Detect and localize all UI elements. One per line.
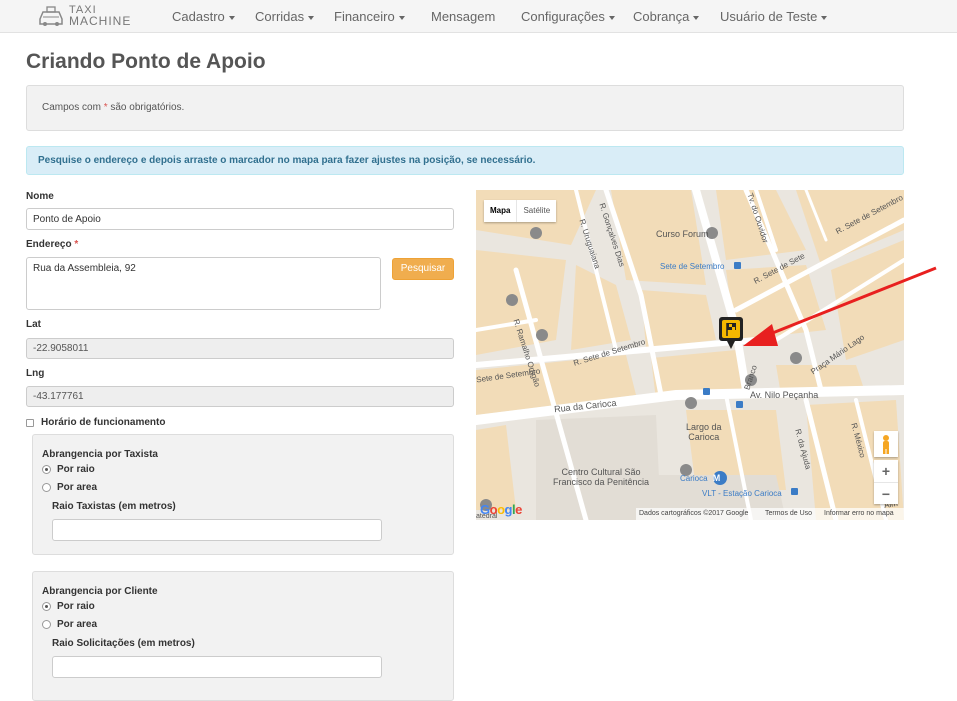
nome-input[interactable] — [26, 208, 454, 230]
map-label-carioca: Carioca — [680, 474, 708, 483]
cliente-area-label: Por area — [57, 619, 98, 630]
endereco-textarea[interactable]: Rua da Assembleia, 92 — [26, 257, 381, 310]
map-label-curso-forum: Curso Forum — [656, 229, 709, 239]
taxista-raio-label: Por raio — [57, 464, 95, 475]
map-data-credit: Dados cartográficos ©2017 Google — [639, 510, 749, 517]
taxista-title: Abrangencia por Taxista — [42, 449, 158, 460]
taxi-marker-icon[interactable] — [718, 316, 744, 350]
map-type-mapa[interactable]: Mapa — [484, 200, 516, 222]
taxi-car-icon — [39, 6, 63, 26]
endereco-label: Endereço * — [26, 239, 79, 250]
google-logo: Google — [480, 502, 522, 517]
nav-usuario[interactable]: Usuário de Teste — [720, 0, 828, 33]
zoom-control: + − — [874, 460, 898, 504]
info-alert: Pesquise o endereço e depois arraste o m… — [26, 146, 904, 175]
map-terms-link[interactable]: Termos de Uso — [765, 508, 812, 520]
map-type-control: Mapa Satélite — [484, 200, 557, 222]
map-report-link[interactable]: Informar erro no mapa — [824, 508, 894, 520]
taxi-machine-logo[interactable]: TAXI MACHINE — [38, 3, 130, 30]
nav-financeiro[interactable]: Financeiro — [334, 0, 405, 33]
logo-line2: MACHINE — [69, 14, 132, 28]
cliente-title: Abrangencia por Cliente — [42, 586, 158, 597]
nav-mensagem[interactable]: Mensagem — [431, 0, 495, 33]
zoom-out-button[interactable]: − — [874, 482, 898, 504]
chevron-down-icon — [228, 15, 235, 20]
map-label-centro-cultural: Centro Cultural São Francisco da Penitênc… — [553, 467, 650, 487]
cliente-panel: Abrangencia por Cliente Por raio Por are… — [32, 571, 454, 701]
raio-solicitacoes-input[interactable] — [52, 656, 382, 678]
chevron-down-icon — [693, 15, 700, 20]
raio-solicitacoes-label: Raio Solicitações (em metros) — [52, 638, 195, 649]
street-view-pegman-icon[interactable] — [874, 431, 898, 457]
chevron-down-icon — [398, 15, 405, 20]
search-button[interactable]: Pesquisar — [392, 258, 454, 280]
map-label-sete-setembro-station: Sete de Setembro — [660, 262, 725, 271]
raio-taxistas-input[interactable] — [52, 519, 382, 541]
required-fields-note: Campos com * são obrigatórios. — [26, 85, 904, 131]
chevron-down-icon — [608, 15, 615, 20]
nome-label: Nome — [26, 191, 54, 202]
lng-label: Lng — [26, 368, 45, 379]
taxista-area-label: Por area — [57, 482, 98, 493]
map-label-av-nilo: Av. Nilo Peçanha — [750, 390, 819, 400]
google-map[interactable]: M Mapa Satélite Curso Forum Sete de Sete… — [476, 190, 904, 520]
cliente-area-radio[interactable] — [42, 620, 51, 629]
lng-input[interactable] — [26, 386, 454, 407]
taxista-area-radio[interactable] — [42, 483, 51, 492]
taxista-panel: Abrangencia por Taxista Por raio Por are… — [32, 434, 454, 555]
map-label-vlt: VLT - Estação Carioca — [702, 489, 782, 498]
lat-input[interactable] — [26, 338, 454, 359]
nav-cobranca[interactable]: Cobrança — [633, 0, 700, 33]
cliente-raio-label: Por raio — [57, 601, 95, 612]
taxista-raio-radio[interactable] — [42, 465, 51, 474]
cliente-raio-radio[interactable] — [42, 602, 51, 611]
top-navbar: TAXI MACHINE Cadastro Corridas Financeir… — [0, 0, 957, 33]
map-label-largo-carioca: Largo da Carioca — [686, 422, 722, 442]
nav-configuracoes[interactable]: Configurações — [521, 0, 615, 33]
map-type-satelite[interactable]: Satélite — [516, 200, 556, 222]
horario-label: Horário de funcionamento — [41, 417, 166, 428]
lat-label: Lat — [26, 319, 41, 330]
raio-taxistas-label: Raio Taxistas (em metros) — [52, 501, 176, 512]
svg-text:M: M — [713, 473, 721, 483]
page-title: Criando Ponto de Apoio — [26, 50, 266, 73]
nav-cadastro[interactable]: Cadastro — [172, 0, 235, 33]
chevron-down-icon — [821, 15, 828, 20]
chevron-down-icon — [308, 15, 315, 20]
map-attribution: Dados cartográficos ©2017 Google Termos … — [636, 508, 904, 520]
nav-corridas[interactable]: Corridas — [255, 0, 315, 33]
horario-checkbox[interactable] — [26, 419, 34, 427]
zoom-in-button[interactable]: + — [874, 460, 898, 482]
